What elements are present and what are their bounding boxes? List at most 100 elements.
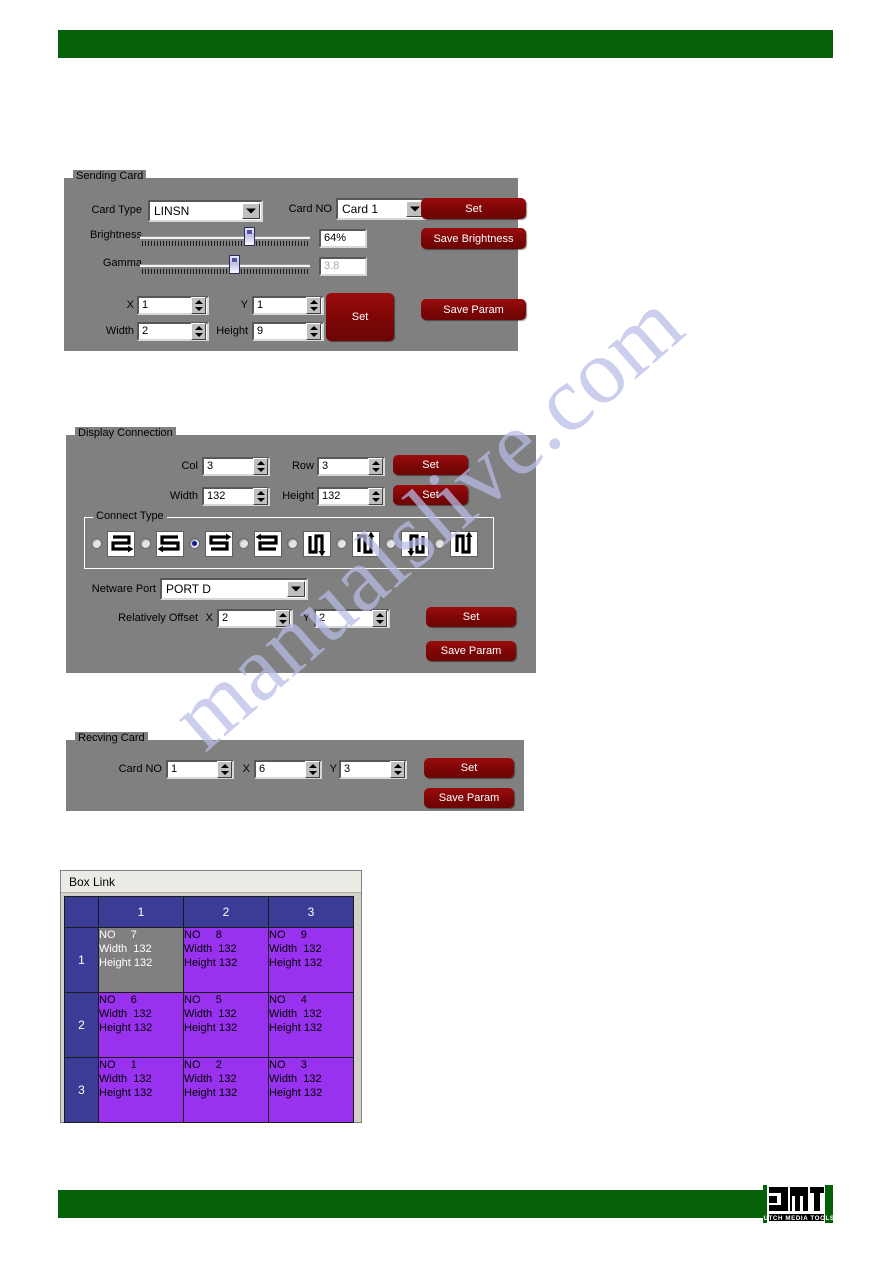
stepper-down-icon[interactable] (254, 497, 267, 505)
y-label: Y (240, 299, 248, 311)
connect-type-radio-4[interactable] (238, 538, 249, 549)
recving-card-set-button[interactable]: Set (424, 758, 514, 778)
dc-height-stepper[interactable] (368, 488, 383, 505)
x-stepper[interactable] (191, 297, 206, 314)
connect-type-group: Connect Type (84, 510, 494, 569)
chevron-down-icon[interactable] (242, 203, 260, 219)
height-label: Height (216, 325, 248, 337)
display-connection-panel: Display Connection Col 3 Row 3 Set Width… (64, 427, 538, 675)
rc-card-no-label: Card NO (118, 763, 162, 775)
connect-type-radio-7[interactable] (385, 538, 396, 549)
dc-width-label: Width (169, 490, 198, 502)
box-link-cell-r2-c3[interactable]: NO 4 Width 132 Height 132 (268, 992, 354, 1058)
stepper-down-icon[interactable] (373, 619, 386, 627)
row-stepper[interactable] (368, 458, 383, 475)
stepper-up-icon[interactable] (218, 762, 231, 770)
connect-type-radio-8[interactable] (434, 538, 445, 549)
col-label: Col (181, 460, 198, 472)
serpentine-route-icon-2[interactable] (156, 531, 184, 557)
dmt-tagline: DUTCH MEDIA TOOLS (763, 1215, 833, 1222)
stepper-down-icon[interactable] (307, 306, 320, 314)
stepper-up-icon[interactable] (373, 611, 386, 619)
gamma-label: Gamma (102, 257, 142, 269)
box-link-table: 1 2 3 1 NO 7 Width 132 Height 132 NO 8 Wid… (64, 896, 354, 1123)
connect-type-radio-1[interactable] (91, 538, 102, 549)
stepper-down-icon[interactable] (254, 467, 267, 475)
col-stepper[interactable] (253, 458, 268, 475)
box-link-cell-r2-c1[interactable]: NO 6 Width 132 Height 132 (98, 992, 184, 1058)
sending-card-save-param-button[interactable]: Save Param (421, 299, 526, 320)
stepper-up-icon[interactable] (276, 611, 289, 619)
serpentine-route-icon-7[interactable] (401, 531, 429, 557)
stepper-down-icon[interactable] (369, 497, 382, 505)
brightness-slider-ticks (142, 241, 308, 246)
serpentine-route-icon-5[interactable] (303, 531, 331, 557)
chevron-down-icon[interactable] (287, 581, 305, 597)
brightness-slider-track[interactable] (140, 236, 310, 239)
display-connection-set1-button[interactable]: Set (393, 455, 468, 475)
rc-card-no-stepper[interactable] (217, 761, 232, 778)
dmt-logo: DUTCH MEDIA TOOLS (758, 1181, 834, 1227)
stepper-up-icon[interactable] (254, 459, 267, 467)
connect-type-radio-5[interactable] (287, 538, 298, 549)
stepper-up-icon[interactable] (192, 298, 205, 306)
box-link-row-header: 2 (64, 992, 99, 1058)
gamma-slider-thumb[interactable] (228, 255, 240, 274)
serpentine-route-icon-6[interactable] (352, 531, 380, 557)
box-link-cell-r2-c2[interactable]: NO 5 Width 132 Height 132 (183, 992, 269, 1058)
serpentine-route-icon-1[interactable] (107, 531, 135, 557)
serpentine-route-icon-3[interactable] (205, 531, 233, 557)
sending-card-set2-button[interactable]: Set (326, 293, 394, 341)
recving-card-panel: Recving Card Card NO 1 X 6 Y 3 Set Save … (64, 732, 526, 813)
box-link-cell-r1-c2[interactable]: NO 8 Width 132 Height 132 (183, 927, 269, 993)
stepper-up-icon[interactable] (307, 298, 320, 306)
stepper-down-icon[interactable] (391, 770, 404, 778)
connect-type-radio-3[interactable] (189, 538, 200, 549)
box-link-col-header: 1 (98, 896, 184, 928)
stepper-down-icon[interactable] (306, 770, 319, 778)
card-type-combobox[interactable]: LINSN (148, 200, 263, 222)
box-link-cell-r1-c3[interactable]: NO 9 Width 132 Height 132 (268, 927, 354, 993)
brightness-slider-thumb[interactable] (243, 227, 255, 246)
netware-port-combobox[interactable]: PORT D (160, 578, 308, 600)
connect-type-radio-6[interactable] (336, 538, 347, 549)
sending-card-set-button[interactable]: Set (421, 198, 526, 219)
stepper-up-icon[interactable] (369, 459, 382, 467)
dc-width-stepper[interactable] (253, 488, 268, 505)
page-header-bar (58, 30, 833, 58)
height-stepper[interactable] (306, 323, 321, 340)
serpentine-route-icon-4[interactable] (254, 531, 282, 557)
stepper-up-icon[interactable] (307, 324, 320, 332)
rc-y-stepper[interactable] (390, 761, 405, 778)
stepper-down-icon[interactable] (218, 770, 231, 778)
stepper-down-icon[interactable] (276, 619, 289, 627)
rc-x-stepper[interactable] (305, 761, 320, 778)
gamma-slider-track[interactable] (140, 264, 310, 267)
recving-card-save-param-button[interactable]: Save Param (424, 788, 514, 808)
connect-type-radio-2[interactable] (140, 538, 151, 549)
stepper-up-icon[interactable] (369, 489, 382, 497)
stepper-up-icon[interactable] (306, 762, 319, 770)
stepper-down-icon[interactable] (369, 467, 382, 475)
box-link-cell-r3-c3[interactable]: NO 3 Width 132 Height 132 (268, 1057, 354, 1123)
save-brightness-button[interactable]: Save Brightness (421, 228, 526, 249)
offset-y-stepper[interactable] (372, 610, 387, 627)
box-link-cell-r3-c2[interactable]: NO 2 Width 132 Height 132 (183, 1057, 269, 1123)
display-connection-set2-button[interactable]: Set (393, 485, 468, 505)
card-no-value: Card 1 (342, 202, 379, 216)
stepper-up-icon[interactable] (391, 762, 404, 770)
display-connection-set3-button[interactable]: Set (426, 607, 516, 627)
stepper-down-icon[interactable] (307, 332, 320, 340)
card-no-combobox[interactable]: Card 1 (336, 198, 427, 220)
stepper-up-icon[interactable] (254, 489, 267, 497)
y-stepper[interactable] (306, 297, 321, 314)
box-link-cell-r1-c1[interactable]: NO 7 Width 132 Height 132 (98, 927, 184, 993)
box-link-row: 2 NO 6 Width 132 Height 132 NO 5 Width 132… (64, 992, 354, 1058)
brightness-value-field[interactable]: 64% (319, 229, 367, 248)
display-connection-save-param-button[interactable]: Save Param (426, 641, 516, 661)
offset-y-label: Y (302, 612, 310, 624)
serpentine-route-icon-8[interactable] (450, 531, 478, 557)
stepper-down-icon[interactable] (192, 306, 205, 314)
offset-x-stepper[interactable] (275, 610, 290, 627)
box-link-cell-r3-c1[interactable]: NO 1 Width 132 Height 132 (98, 1057, 184, 1123)
